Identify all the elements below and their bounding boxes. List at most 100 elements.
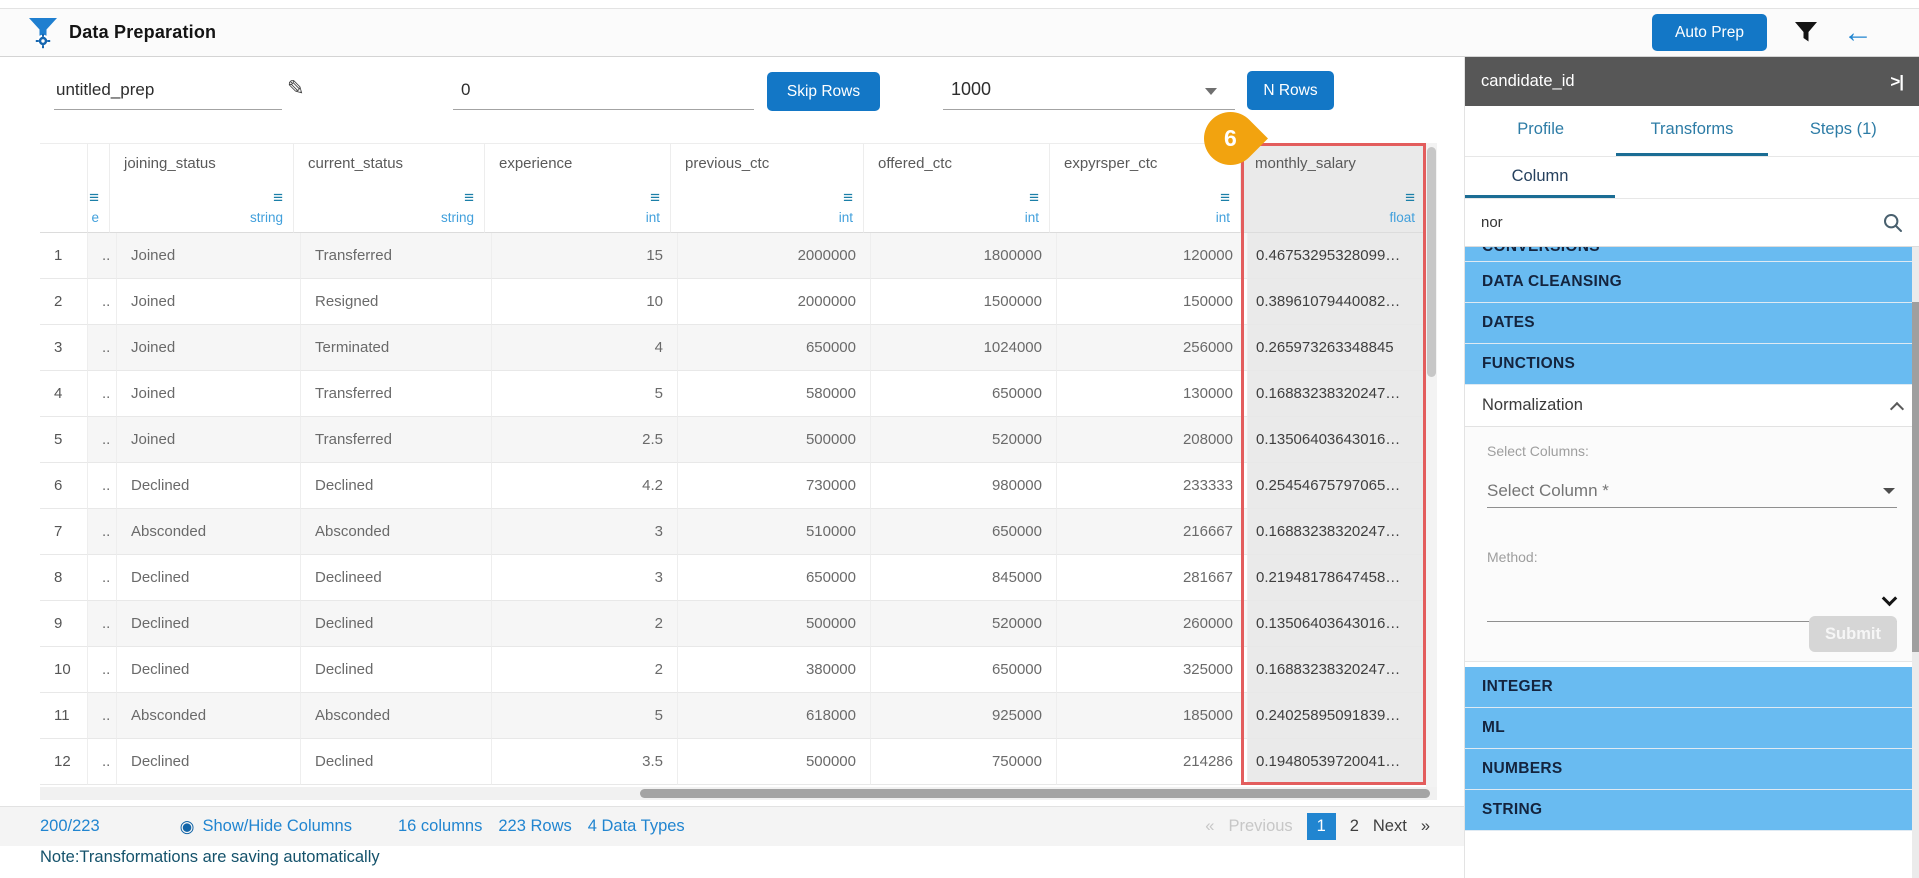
cell-clipped[interactable]: .. <box>88 739 117 785</box>
cell-previous_ctc[interactable]: 618000 <box>678 693 871 739</box>
cell-joining_status[interactable]: Joined <box>117 371 301 417</box>
cell-monthly_salary[interactable]: 0.38961079440082… <box>1248 279 1433 325</box>
cell-expyrsper_ctc[interactable]: 256000 <box>1057 325 1248 371</box>
vertical-scrollbar[interactable] <box>1426 143 1437 787</box>
cell-offered_ctc[interactable]: 1500000 <box>871 279 1057 325</box>
transform-group-data-cleansing[interactable]: DATA CLEANSING <box>1465 262 1919 303</box>
transform-group-integer[interactable]: INTEGER <box>1465 667 1919 708</box>
cell-clipped[interactable]: .. <box>88 601 117 647</box>
select-column-dropdown[interactable]: Select Column * <box>1487 475 1897 508</box>
cell-joining_status[interactable]: Declined <box>117 463 301 509</box>
cell-experience[interactable]: 4 <box>492 325 678 371</box>
cell-clipped[interactable]: .. <box>88 279 117 325</box>
column-menu-icon[interactable]: ≡ <box>89 189 99 206</box>
cell-previous_ctc[interactable]: 380000 <box>678 647 871 693</box>
cell-monthly_salary[interactable]: 0.16883238320247… <box>1248 647 1433 693</box>
cell-offered_ctc[interactable]: 750000 <box>871 739 1057 785</box>
cell-monthly_salary[interactable]: 0.13506403643016… <box>1248 417 1433 463</box>
horizontal-scrollbar[interactable] <box>40 787 1437 800</box>
filter-icon[interactable] <box>1795 22 1817 43</box>
cell-monthly_salary[interactable]: 0.13506403643016… <box>1248 601 1433 647</box>
sidebar-scrollbar-thumb[interactable] <box>1912 302 1919 652</box>
cell-current_status[interactable]: Transferred <box>301 417 492 463</box>
column-menu-icon[interactable]: ≡ <box>273 189 283 206</box>
cell-clipped[interactable]: .. <box>88 555 117 601</box>
cell-expyrsper_ctc[interactable]: 208000 <box>1057 417 1248 463</box>
cell-monthly_salary[interactable]: 0.21948178647458… <box>1248 555 1433 601</box>
cell-current_status[interactable]: Declined <box>301 463 492 509</box>
collapse-sidebar-icon[interactable]: >| <box>1890 72 1903 92</box>
column-header-previous_ctc[interactable]: previous_ctc≡int <box>671 143 864 233</box>
cell-offered_ctc[interactable]: 650000 <box>871 371 1057 417</box>
cell-joining_status[interactable]: Joined <box>117 233 301 279</box>
column-menu-icon[interactable]: ≡ <box>1029 189 1039 206</box>
n-rows-button[interactable]: N Rows <box>1247 71 1334 110</box>
cell-clipped[interactable]: .. <box>88 417 117 463</box>
column-header-monthly_salary[interactable]: monthly_salary≡float <box>1241 143 1426 233</box>
page-»[interactable]: » <box>1421 817 1430 836</box>
cell-clipped[interactable]: .. <box>88 463 117 509</box>
column-menu-icon[interactable]: ≡ <box>1405 189 1415 206</box>
page-next[interactable]: Next <box>1373 817 1407 836</box>
cell-previous_ctc[interactable]: 650000 <box>678 325 871 371</box>
cell-joining_status[interactable]: Declined <box>117 555 301 601</box>
cell-monthly_salary[interactable]: 0.265973263348845 <box>1248 325 1433 371</box>
cell-offered_ctc[interactable]: 650000 <box>871 509 1057 555</box>
column-header-experience[interactable]: experience≡int <box>485 143 671 233</box>
accordion-normalization[interactable]: Normalization <box>1465 385 1919 427</box>
edit-pencil-icon[interactable]: ✎ <box>287 76 305 101</box>
cell-current_status[interactable]: Declined <box>301 601 492 647</box>
cell-current_status[interactable]: Transferred <box>301 371 492 417</box>
cell-experience[interactable]: 15 <box>492 233 678 279</box>
cell-joining_status[interactable]: Joined <box>117 325 301 371</box>
cell-expyrsper_ctc[interactable]: 233333 <box>1057 463 1248 509</box>
cell-experience[interactable]: 3.5 <box>492 739 678 785</box>
cell-previous_ctc[interactable]: 510000 <box>678 509 871 555</box>
tab-steps-1-[interactable]: Steps (1) <box>1768 106 1919 156</box>
cell-expyrsper_ctc[interactable]: 150000 <box>1057 279 1248 325</box>
column-header-offered_ctc[interactable]: offered_ctc≡int <box>864 143 1050 233</box>
search-icon[interactable] <box>1883 213 1903 233</box>
cell-monthly_salary[interactable]: 0.19480539720041… <box>1248 739 1433 785</box>
tab-transforms[interactable]: Transforms <box>1616 106 1767 156</box>
cell-clipped[interactable]: .. <box>88 509 117 555</box>
cell-experience[interactable]: 2.5 <box>492 417 678 463</box>
page-2[interactable]: 2 <box>1350 817 1359 836</box>
cell-experience[interactable]: 2 <box>492 647 678 693</box>
skip-rows-button[interactable]: Skip Rows <box>767 72 880 111</box>
show-hide-columns-link[interactable]: Show/Hide Columns <box>203 817 352 836</box>
vertical-scrollbar-thumb[interactable] <box>1427 147 1436 377</box>
cell-experience[interactable]: 3 <box>492 509 678 555</box>
cell-previous_ctc[interactable]: 2000000 <box>678 233 871 279</box>
column-menu-icon[interactable]: ≡ <box>1220 189 1230 206</box>
auto-prep-button[interactable]: Auto Prep <box>1652 14 1767 51</box>
column-header-current_status[interactable]: current_status≡string <box>294 143 485 233</box>
cell-clipped[interactable]: .. <box>88 371 117 417</box>
column-menu-icon[interactable]: ≡ <box>650 189 660 206</box>
cell-previous_ctc[interactable]: 730000 <box>678 463 871 509</box>
cell-joining_status[interactable]: Declined <box>117 739 301 785</box>
cell-experience[interactable]: 3 <box>492 555 678 601</box>
sidebar-scrollbar[interactable] <box>1912 247 1919 878</box>
cell-monthly_salary[interactable]: 0.16883238320247… <box>1248 509 1433 555</box>
cell-current_status[interactable]: Declineed <box>301 555 492 601</box>
cell-joining_status[interactable]: Joined <box>117 279 301 325</box>
cell-offered_ctc[interactable]: 1024000 <box>871 325 1057 371</box>
cell-experience[interactable]: 5 <box>492 371 678 417</box>
cell-offered_ctc[interactable]: 925000 <box>871 693 1057 739</box>
column-menu-icon[interactable]: ≡ <box>464 189 474 206</box>
cell-previous_ctc[interactable]: 500000 <box>678 601 871 647</box>
cell-current_status[interactable]: Declined <box>301 647 492 693</box>
cell-expyrsper_ctc[interactable]: 130000 <box>1057 371 1248 417</box>
cell-expyrsper_ctc[interactable]: 216667 <box>1057 509 1248 555</box>
cell-current_status[interactable]: Absconded <box>301 693 492 739</box>
page-1[interactable]: 1 <box>1307 813 1336 840</box>
transform-group-string[interactable]: STRING <box>1465 790 1919 831</box>
cell-offered_ctc[interactable]: 980000 <box>871 463 1057 509</box>
cell-current_status[interactable]: Terminated <box>301 325 492 371</box>
skip-rows-input[interactable]: 0 <box>453 66 754 110</box>
cell-offered_ctc[interactable]: 1800000 <box>871 233 1057 279</box>
cell-current_status[interactable]: Resigned <box>301 279 492 325</box>
cell-expyrsper_ctc[interactable]: 214286 <box>1057 739 1248 785</box>
cell-previous_ctc[interactable]: 2000000 <box>678 279 871 325</box>
